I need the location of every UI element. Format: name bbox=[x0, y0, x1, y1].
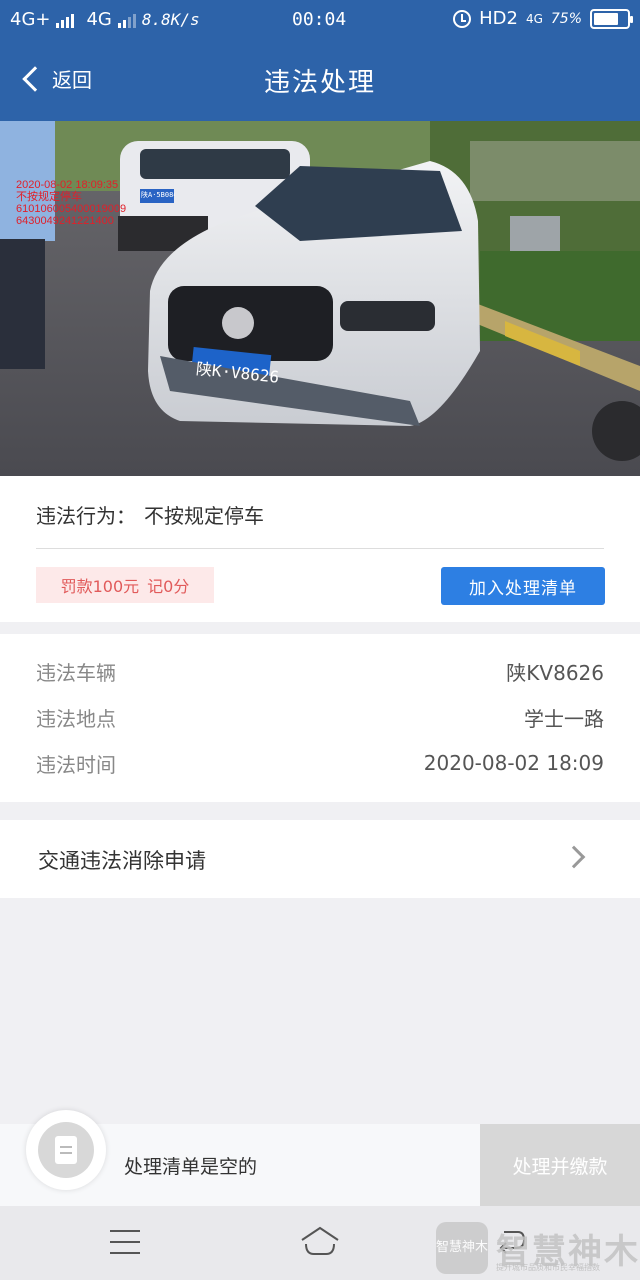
page-title: 违法处理 bbox=[263, 68, 376, 98]
behavior-label: 违法行为： bbox=[36, 504, 136, 528]
process-and-pay-button[interactable]: 处理并缴款 bbox=[480, 1124, 640, 1206]
navigation-bar: 返回 违法处理 bbox=[0, 40, 640, 121]
details-card: 违法车辆 陕KV8626 违法地点 学士一路 违法时间 2020-08-02 1… bbox=[0, 634, 640, 802]
detail-value: 陕KV8626 bbox=[506, 660, 604, 685]
clock: 00:04 bbox=[292, 9, 347, 30]
divider bbox=[36, 548, 604, 549]
processing-list-button[interactable] bbox=[26, 1110, 106, 1190]
signal-icon-2 bbox=[117, 12, 136, 28]
signal-icon bbox=[56, 12, 75, 28]
document-list-icon bbox=[38, 1122, 94, 1178]
detail-key: 违法地点 bbox=[36, 706, 116, 731]
violation-behavior: 违法行为： 不按规定停车 bbox=[36, 500, 264, 529]
stamp-line: 6430049241221400 bbox=[16, 215, 114, 227]
add-to-list-button[interactable]: 加入处理清单 bbox=[441, 567, 605, 605]
header-bar: 4G+ 4G 8.8K/s 00:04 HD2 4G 75% 返回 违法处理 bbox=[0, 0, 640, 121]
detail-key: 违法时间 bbox=[36, 752, 116, 777]
network-type-1: 4G+ bbox=[10, 9, 51, 30]
stamp-line: 不按规定停车 bbox=[16, 191, 82, 203]
network-type-3: 4G bbox=[525, 11, 543, 26]
detail-value: 2020-08-02 18:09 bbox=[423, 751, 604, 775]
watermark-tagline: 提升城市品质和市民幸福指数 bbox=[496, 1263, 600, 1272]
appeal-label: 交通违法消除申请 bbox=[38, 849, 206, 873]
penalty-points: 记0分 bbox=[147, 577, 190, 596]
watermark: 智慧神木 智慧神木 提升城市品质和市民幸福指数 bbox=[436, 1222, 640, 1274]
fine-amount: 罚款100元 bbox=[60, 577, 140, 596]
detail-row-time: 违法时间 2020-08-02 18:09 bbox=[36, 748, 604, 778]
violation-photo[interactable]: 2020-08-02 18:09:35 不按规定停车 6101060054000… bbox=[0, 121, 640, 476]
alarm-icon bbox=[453, 9, 472, 28]
detail-value: 学士一路 bbox=[524, 706, 604, 731]
menu-icon[interactable] bbox=[110, 1230, 140, 1254]
appeal-row[interactable]: 交通违法消除申请 bbox=[0, 820, 640, 898]
action-bar: 处理清单是空的 处理并缴款 bbox=[0, 1110, 640, 1206]
home-icon[interactable] bbox=[300, 1226, 340, 1256]
stamp-line: 2020-08-02 18:09:35 bbox=[16, 179, 119, 191]
network-type-2: 4G bbox=[86, 9, 112, 30]
status-bar: 4G+ 4G 8.8K/s 00:04 HD2 4G 75% bbox=[0, 0, 640, 40]
chevron-right-icon bbox=[562, 845, 586, 869]
behavior-value: 不按规定停车 bbox=[144, 504, 264, 528]
empty-list-text: 处理清单是空的 bbox=[124, 1156, 258, 1178]
detail-row-vehicle: 违法车辆 陕KV8626 bbox=[36, 656, 604, 686]
stamp-line: 610106005400019009 bbox=[16, 203, 127, 215]
photo-image bbox=[0, 121, 640, 476]
watermark-logo: 智慧神木 bbox=[436, 1222, 488, 1274]
detail-row-location: 违法地点 学士一路 bbox=[36, 702, 604, 732]
network-speed: 8.8K/s bbox=[141, 10, 200, 29]
photo-stamp: 2020-08-02 18:09:35 不按规定停车 6101060054000… bbox=[16, 179, 126, 227]
fine-badge: 罚款100元 记0分 bbox=[36, 567, 214, 603]
hd-indicator: HD2 bbox=[479, 8, 518, 29]
detail-key: 违法车辆 bbox=[36, 660, 116, 685]
violation-card: 违法行为： 不按规定停车 罚款100元 记0分 加入处理清单 bbox=[0, 476, 640, 622]
battery-icon bbox=[590, 8, 633, 29]
battery-percent: 75% bbox=[550, 10, 582, 27]
rear-license-plate: 陕A·5B084 bbox=[141, 191, 175, 199]
